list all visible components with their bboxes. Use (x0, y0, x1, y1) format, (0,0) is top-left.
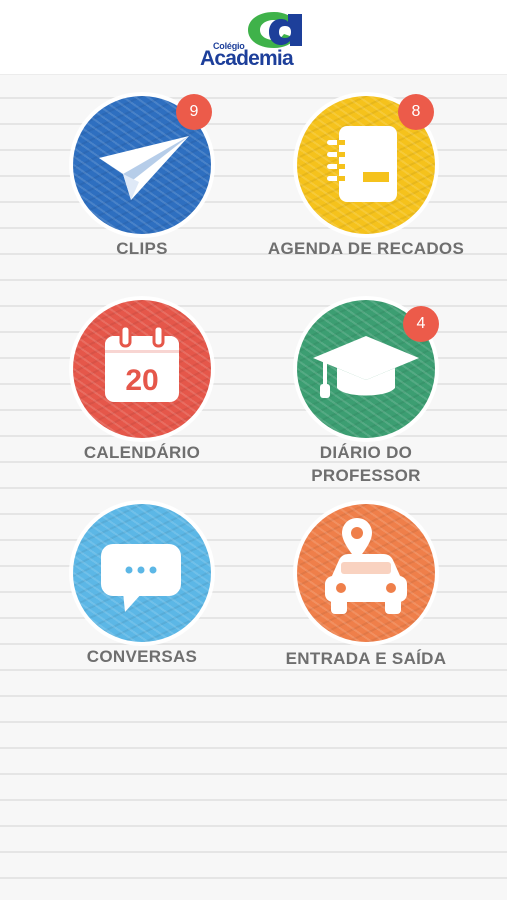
agenda-badge: 8 (398, 94, 434, 130)
menu-item-agenda-de-recados[interactable]: 8 AGENDA DE RECADOS (251, 92, 481, 292)
menu-item-entrada-e-saida[interactable]: ENTRADA E SAÍDA (251, 500, 481, 700)
clips-label: CLIPS (116, 239, 168, 258)
diario-label: DIÁRIO DO PROFESSOR (251, 441, 481, 487)
menu-item-calendario[interactable]: 20 CALENDÁRIO (27, 296, 257, 496)
chat-bubble-icon (101, 544, 181, 612)
car-location-icon (325, 518, 407, 614)
entrada-label: ENTRADA E SAÍDA (285, 649, 447, 668)
calendar-day-number: 20 (125, 364, 158, 397)
agenda-label: AGENDA DE RECADOS (267, 239, 465, 258)
clips-badge: 9 (176, 94, 212, 130)
school-logo: Colégio Academia (200, 8, 308, 70)
conversas-label: CONVERSAS (86, 647, 198, 666)
diario-label-line2: PROFESSOR (311, 466, 421, 485)
menu-item-diario-do-professor[interactable]: 4 DIÁRIO DO PROFESSOR (251, 296, 481, 496)
logo-title: Academia (200, 47, 294, 70)
menu-item-conversas[interactable]: CONVERSAS (27, 500, 257, 700)
app-header: Colégio Academia (0, 0, 507, 75)
conversas-circle[interactable] (73, 504, 211, 642)
calendario-label: CALENDÁRIO (83, 443, 201, 462)
menu-item-clips[interactable]: 9 CLIPS (27, 92, 257, 292)
calendar-icon: 20 (105, 324, 179, 402)
entrada-circle[interactable] (297, 504, 435, 642)
diario-badge: 4 (403, 306, 439, 342)
logo-mark-icon (248, 12, 302, 48)
calendario-circle[interactable]: 20 (73, 300, 211, 438)
diario-label-line1: DIÁRIO DO (319, 443, 413, 462)
